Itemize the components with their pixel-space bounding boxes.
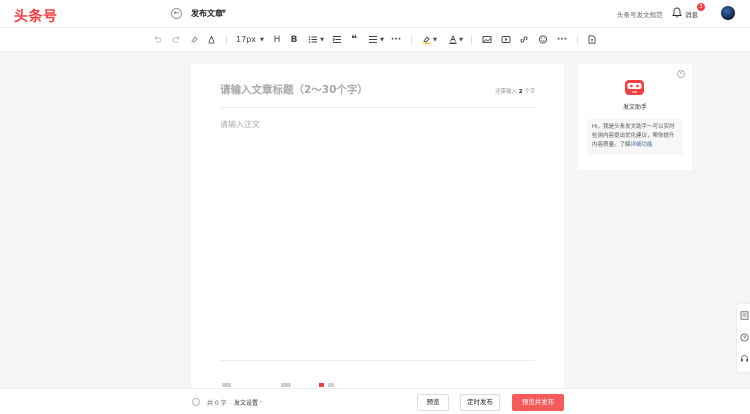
clear-format-icon[interactable] — [205, 32, 217, 48]
top-header: 头条号 ← 发布文章 ▼ 头条号发文规范 3 消息 — [0, 0, 750, 28]
link-icon[interactable] — [518, 32, 530, 48]
toolbar-divider — [471, 35, 472, 45]
undo-icon[interactable] — [151, 32, 163, 48]
article-editor: 还需输入 2 个字 — [191, 64, 564, 394]
toolbar-divider — [226, 35, 227, 45]
emoji-icon[interactable] — [537, 32, 549, 48]
customer-service-icon[interactable] — [740, 354, 749, 363]
chevron-down-icon[interactable]: ▼ — [222, 9, 226, 15]
preview-and-publish-button[interactable]: 预览并发布 — [512, 394, 564, 411]
bottom-action-bar: 共 0 字 发文设置 ⌄ 预览 定时发布 预览并发布 — [0, 388, 750, 414]
logo[interactable]: 头条号 — [14, 6, 58, 26]
title-divider — [220, 107, 535, 108]
publishing-norms-link[interactable]: 头条号发文规范 — [617, 9, 663, 19]
align-icon[interactable] — [367, 32, 379, 48]
bell-icon[interactable] — [672, 7, 682, 18]
title-hint-prefix: 还需输入 — [495, 89, 518, 95]
robot-assistant-icon — [625, 80, 644, 95]
cover-option-peek — [281, 383, 291, 387]
message-count-badge: 3 — [697, 3, 705, 11]
image-icon[interactable] — [481, 32, 493, 48]
format-painter-icon[interactable] — [188, 32, 200, 48]
chevron-down-icon[interactable]: ▼ — [258, 32, 266, 48]
writing-assistant-card: × 发文助手 Hi，我是头条发文助手～可以实时检测内容提出优化建议，帮你提升内容… — [578, 64, 692, 170]
editor-toolbar: 17px ▼ H B ▼ ❝ ▼ ··· ▼ ▼ ··· — [0, 28, 750, 52]
blockquote-button[interactable]: ❝ — [348, 32, 360, 48]
cover-option-peek — [222, 383, 231, 387]
user-avatar[interactable] — [721, 6, 735, 20]
notes-icon[interactable] — [740, 311, 749, 320]
article-title-input[interactable] — [220, 81, 460, 99]
video-icon[interactable] — [500, 32, 512, 48]
bulleted-list-icon[interactable] — [307, 32, 319, 48]
assistant-link-prefix: 了解 — [619, 142, 631, 148]
back-arrow-icon[interactable]: ← — [171, 8, 182, 19]
assistant-message: Hi，我是头条发文助手～可以实时检测内容提出优化建议，帮你提升内容质量。了解详细… — [587, 119, 683, 155]
preview-button[interactable]: 预览 — [417, 394, 449, 411]
bold-button[interactable]: B — [288, 32, 300, 48]
toolbar-divider — [577, 35, 578, 45]
heading-button[interactable]: H — [271, 32, 283, 48]
messages-link[interactable]: 消息 — [685, 9, 698, 19]
learn-more-link[interactable]: 详细功能 — [631, 142, 653, 148]
title-hint-count: 2 — [518, 89, 523, 95]
help-icon[interactable] — [740, 333, 749, 342]
document-import-icon[interactable] — [586, 32, 598, 48]
chevron-down-icon[interactable]: ⌄ — [259, 399, 263, 404]
redo-icon[interactable] — [170, 32, 182, 48]
assistant-name: 发文助手 — [622, 104, 647, 111]
right-tool-rail — [737, 304, 750, 372]
title-length-hint: 还需输入 2 个字 — [495, 87, 535, 95]
chevron-down-icon[interactable]: ▼ — [319, 32, 325, 48]
chevron-down-icon[interactable]: ▼ — [432, 32, 438, 48]
font-size-select[interactable]: 17px — [234, 32, 258, 48]
publish-settings-toggle[interactable]: 发文设置 — [234, 398, 258, 407]
body-divider — [220, 360, 535, 361]
indent-icon[interactable] — [331, 32, 343, 48]
toolbar-divider — [411, 35, 412, 45]
cover-option-peek — [319, 383, 324, 387]
article-body-input[interactable] — [220, 119, 535, 359]
more-insert-button[interactable]: ··· — [555, 32, 569, 48]
close-icon[interactable]: × — [677, 70, 685, 78]
more-format-button[interactable]: ··· — [389, 32, 403, 48]
cover-option-peek — [328, 383, 334, 387]
page-title[interactable]: 发布文章 — [191, 8, 223, 19]
schedule-publish-button[interactable]: 定时发布 — [460, 394, 500, 411]
chevron-down-icon[interactable]: ▼ — [379, 32, 385, 48]
title-hint-suffix: 个字 — [524, 89, 536, 95]
check-circle-icon — [192, 398, 200, 406]
chevron-down-icon[interactable]: ▼ — [458, 32, 464, 48]
word-count: 共 0 字 — [207, 400, 227, 407]
